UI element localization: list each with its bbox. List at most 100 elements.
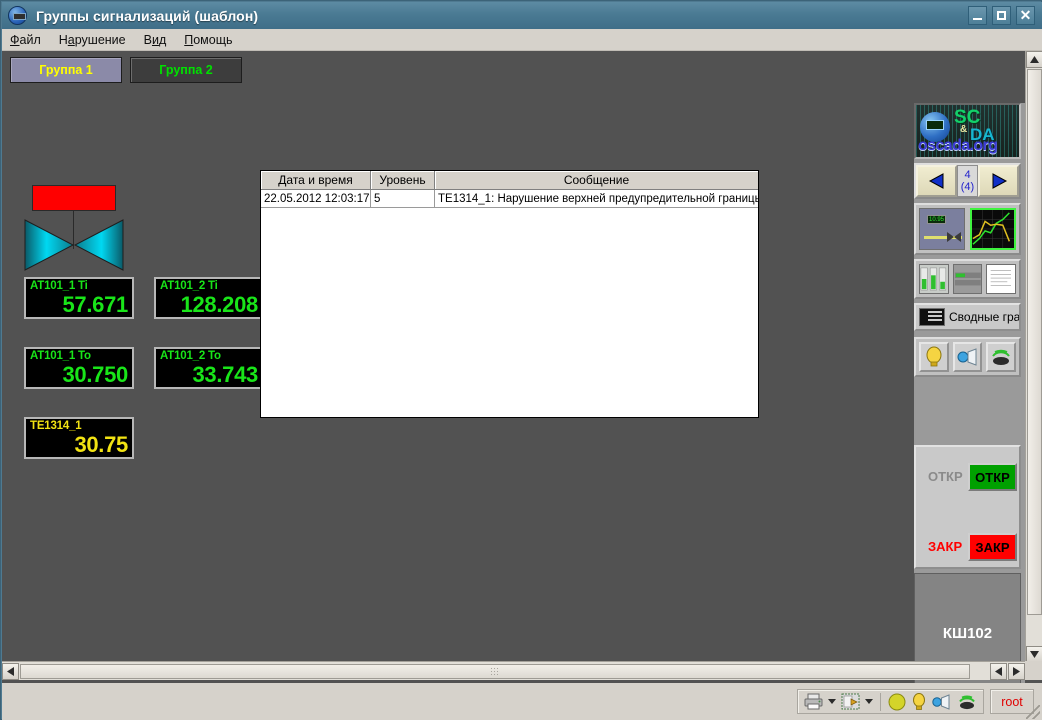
display-at101-1-to[interactable]: AT101_1 To 30.750: [24, 347, 134, 389]
device-tag-label: КШ102: [942, 624, 993, 642]
scroll-right-button-1[interactable]: [990, 663, 1007, 680]
sidebar-sound-button[interactable]: [986, 342, 1017, 372]
thumb-bar-gauges[interactable]: [919, 264, 949, 294]
workspace: Группа 1 Группа 2 AT101_1 Ti 57.671 AT10…: [2, 51, 1042, 713]
lamp-icon: [913, 693, 925, 710]
column-header-message[interactable]: Сообщение: [435, 171, 758, 190]
bar-gauges-icon: [920, 267, 947, 291]
thumbnail-row-small: [914, 259, 1021, 299]
oscada-globe-icon: [8, 6, 27, 25]
column-header-level[interactable]: Уровень: [371, 171, 435, 190]
caret-left-icon: [7, 667, 14, 676]
horizontal-scrollbar-thumb[interactable]: [20, 664, 970, 679]
display-at101-1-ti-value: 57.671: [62, 292, 129, 317]
page-current: 4: [964, 169, 971, 181]
scroll-up-button[interactable]: [1026, 51, 1042, 68]
caret-left-icon: [995, 667, 1002, 676]
window-title: Группы сигнализаций (шаблон): [36, 7, 259, 24]
open-valve-button-label: ОТКР: [975, 469, 1010, 485]
window-resize-grip[interactable]: [1026, 705, 1040, 719]
title-bar: Группы сигнализаций (шаблон) ✕: [2, 2, 1042, 29]
thumb-mimic-value: 10.95: [927, 215, 946, 224]
sidebar-status-icons: [914, 337, 1021, 377]
logo-amp-text: &: [960, 124, 968, 135]
tab-group-2[interactable]: Группа 2: [130, 57, 242, 83]
vertical-scrollbar-thumb[interactable]: [1027, 69, 1042, 615]
thumb-trend[interactable]: [969, 208, 1016, 250]
window-buttons: ✕: [968, 6, 1035, 25]
thumb-mimic[interactable]: 10.95: [919, 208, 965, 250]
print-options-caret[interactable]: [828, 699, 836, 704]
menu-item-view[interactable]: Вид: [144, 31, 177, 49]
column-header-datetime[interactable]: Дата и время: [261, 171, 371, 190]
summary-graphs-button[interactable]: Сводные граф: [914, 303, 1021, 331]
protocol-icon: [953, 266, 982, 292]
tab-group-2-label: Группа 2: [159, 63, 213, 77]
print-button[interactable]: [804, 693, 823, 710]
lamp-icon: [926, 346, 942, 367]
thumb-trend-chart-icon: [971, 210, 1014, 248]
thumb-document[interactable]: [986, 264, 1017, 294]
status-sound-button[interactable]: [957, 693, 977, 711]
page-counter: 4 (4): [957, 165, 978, 197]
oscada-logo: SC & DA oscada.org: [914, 103, 1021, 159]
sound-icon: [959, 695, 975, 709]
status-pin-button[interactable]: [932, 693, 952, 710]
status-tool-group: [797, 689, 984, 714]
caret-up-icon: [1030, 56, 1039, 63]
scrollbar-grip-icon: [490, 667, 500, 676]
tab-group-1[interactable]: Группа 1: [10, 57, 122, 83]
thumb-protocol[interactable]: [952, 264, 983, 294]
display-at101-2-ti[interactable]: AT101_2 Ti 128.208: [154, 277, 264, 319]
export-options-caret[interactable]: [865, 699, 873, 704]
scroll-right-button-2[interactable]: [1008, 663, 1025, 680]
scrollbar-corner: [1025, 661, 1042, 680]
display-at101-2-to[interactable]: AT101_2 To 33.743: [154, 347, 264, 389]
page-total: (4): [960, 181, 975, 193]
cell-level: 5: [371, 190, 435, 208]
butterfly-valve-symbol[interactable]: [24, 185, 124, 271]
printer-icon: [804, 693, 823, 710]
group-tabs: Группа 1 Группа 2: [10, 57, 242, 83]
status-lamp-button[interactable]: [911, 692, 927, 711]
caret-right-icon: [1013, 667, 1020, 676]
maximize-button[interactable]: [992, 6, 1011, 25]
horizontal-scrollbar[interactable]: [2, 661, 1025, 680]
thumbnail-row-large: 10.95: [914, 203, 1021, 255]
export-icon: [841, 693, 860, 710]
close-valve-button[interactable]: ЗАКР: [968, 533, 1017, 561]
tab-group-1-label: Группа 1: [39, 63, 93, 77]
scroll-left-button[interactable]: [2, 663, 19, 680]
caret-down-icon: [1030, 651, 1039, 658]
minimize-button[interactable]: [968, 6, 987, 25]
sidebar-lamp-button[interactable]: [919, 342, 949, 372]
menu-item-file[interactable]: Файл: [10, 31, 51, 49]
page-navigation: 4 (4): [914, 163, 1021, 199]
valve-actuator-icon: [32, 185, 116, 211]
next-page-button[interactable]: [978, 165, 1019, 197]
alarm-table[interactable]: Дата и время Уровень Сообщение 22.05.201…: [260, 170, 759, 418]
status-circle-icon: [888, 693, 906, 710]
summary-graphs-label: Сводные граф: [949, 310, 1021, 324]
trend-mini-icon: [919, 308, 945, 326]
valve-body-icon: [24, 219, 124, 271]
menu-item-help[interactable]: Помощь: [184, 31, 242, 49]
table-row[interactable]: 22.05.2012 12:03:17 5 TE1314_1: Нарушени…: [261, 190, 758, 208]
display-te1314-1[interactable]: TE1314_1 30.75: [24, 417, 134, 459]
close-button[interactable]: ✕: [1016, 6, 1035, 25]
menu-item-alarm[interactable]: Нарушение: [59, 31, 136, 49]
export-button[interactable]: [841, 693, 860, 710]
menu-bar: Файл Нарушение Вид Помощь: [2, 29, 1042, 51]
open-valve-button[interactable]: ОТКР: [968, 463, 1017, 491]
maximize-icon: [997, 11, 1006, 20]
status-circle-button[interactable]: [888, 693, 906, 711]
minimize-icon: [973, 17, 982, 20]
vertical-scrollbar[interactable]: [1025, 51, 1042, 663]
document-icon: [987, 266, 1016, 292]
cell-datetime: 22.05.2012 12:03:17: [261, 190, 371, 208]
prev-page-button[interactable]: [916, 165, 957, 197]
display-at101-1-ti[interactable]: AT101_1 Ti 57.671: [24, 277, 134, 319]
current-user-label: root: [1001, 694, 1023, 709]
sidebar-pin-button[interactable]: [952, 342, 983, 372]
cell-message: TE1314_1: Нарушение верхней предупредите…: [435, 190, 758, 208]
